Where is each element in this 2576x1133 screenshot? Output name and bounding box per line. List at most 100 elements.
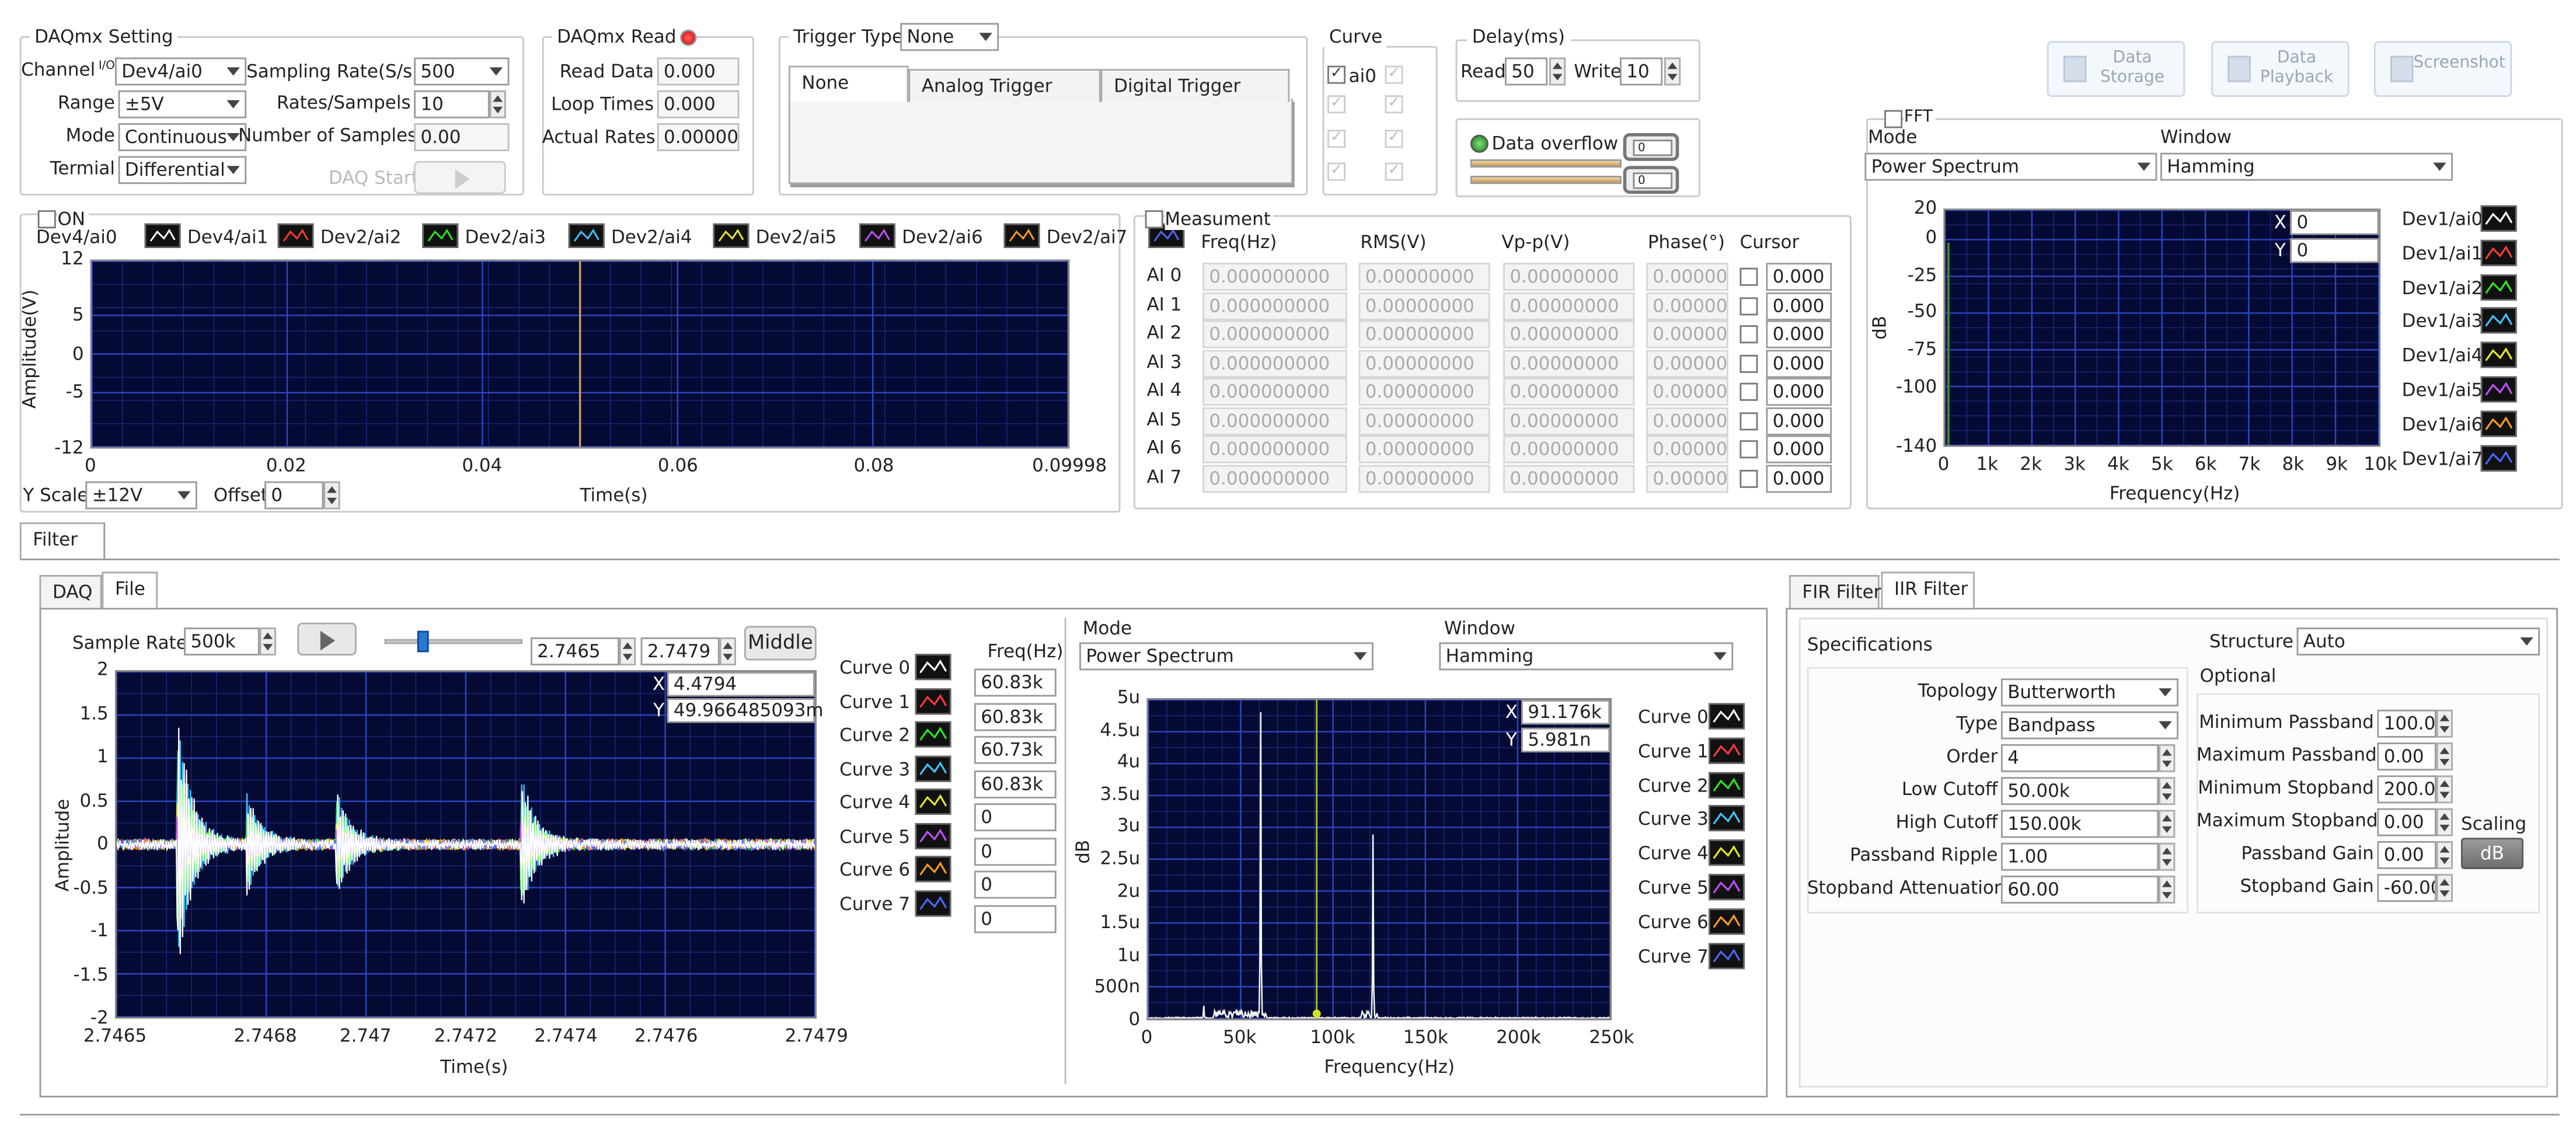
main-time-plot[interactable] [90,259,1070,449]
middle-button[interactable]: Middle [744,626,817,661]
fft-legend-swatch-7[interactable] [2480,444,2517,471]
main-legend-swatch-3[interactable] [568,223,605,248]
meas-cursor-checkbox-5[interactable] [1740,412,1758,430]
iir-left-stepper-3[interactable] [2159,777,2176,806]
iir-left-field-5[interactable]: 1.00 [2000,842,2159,871]
tab-fir-filter[interactable]: FIR Filter [1789,575,1881,608]
iir-left-field-6[interactable]: 60.00 [2000,876,2159,904]
spec-curve-swatch-3[interactable] [1708,806,1745,832]
fft-legend-swatch-0[interactable] [2480,205,2517,232]
meas-cursor-checkbox-2[interactable] [1740,325,1758,344]
daq-start-button[interactable] [414,161,506,194]
trigger-tab-none[interactable]: None [788,65,909,102]
fft-legend-swatch-4[interactable] [2480,341,2517,368]
curve-checkbox-4[interactable]: ✓ [1327,130,1345,148]
iir-right-stepper-0[interactable] [2436,709,2453,738]
curve-checkbox-1[interactable]: ✓ [1385,65,1403,84]
main-on-checkbox[interactable] [37,210,56,229]
trigger-type-select[interactable]: None [900,23,999,51]
yscale-select[interactable]: ±12V [85,481,197,510]
fft-legend-swatch-5[interactable] [2480,376,2517,403]
data-playback-button[interactable]: Data Playback [2211,41,2350,97]
fft-legend-swatch-1[interactable] [2480,239,2517,266]
terminal-select[interactable]: Differential [118,156,247,184]
delay-write-field[interactable]: 10 [1619,57,1663,86]
spec-mode-select[interactable]: Power Spectrum [1079,642,1374,671]
iir-right-stepper-4[interactable] [2436,841,2453,869]
delay-write-stepper[interactable] [1664,57,1681,86]
iir-right-stepper-2[interactable] [2436,775,2453,804]
iir-left-stepper-6[interactable] [2159,876,2176,904]
iir-left-select-1[interactable]: Bandpass [2000,711,2178,740]
iir-left-select-0[interactable]: Butterworth [2000,678,2178,707]
file-curve-swatch-0[interactable] [915,654,951,681]
iir-right-field-5[interactable]: -60.00 [2377,874,2436,902]
iir-right-field-3[interactable]: 0.00 [2377,808,2436,836]
meas-cursor-checkbox-0[interactable] [1740,267,1758,286]
iir-right-stepper-3[interactable] [2436,808,2453,836]
iir-right-stepper-1[interactable] [2436,742,2453,771]
fft-window-select[interactable]: Hamming [2160,152,2453,181]
sampling-rate-select[interactable]: 500 [414,57,510,86]
iir-left-field-3[interactable]: 50.00k [2000,777,2159,806]
fft-mode-select[interactable]: Power Spectrum [1864,152,2157,181]
mode-select[interactable]: Continuous [118,123,247,151]
tab-daq[interactable]: DAQ [39,575,102,608]
meas-cursor-4[interactable]: 0.000 [1766,378,1832,406]
curve-checkbox-6[interactable]: ✓ [1327,162,1345,181]
iir-left-stepper-4[interactable] [2159,810,2176,838]
meas-cursor-0[interactable]: 0.000 [1766,263,1832,291]
range-start-stepper[interactable] [619,637,636,665]
main-legend-swatch-1[interactable] [277,223,314,248]
delay-read-field[interactable]: 50 [1504,57,1548,86]
meas-cursor-checkbox-4[interactable] [1740,382,1758,401]
iir-left-field-4[interactable]: 150.00k [2000,810,2159,838]
delay-read-stepper[interactable] [1549,57,1566,86]
curve-checkbox-5[interactable]: ✓ [1385,130,1403,148]
file-play-button[interactable] [297,622,357,656]
spec-curve-swatch-1[interactable] [1708,737,1745,764]
file-curve-swatch-3[interactable] [915,755,951,782]
tab-file[interactable]: File [102,571,158,608]
meas-cursor-checkbox-6[interactable] [1740,440,1758,459]
file-curve-swatch-1[interactable] [915,687,951,714]
filter-outer-tab[interactable]: Filter [19,522,106,559]
range-start-field[interactable]: 2.7465 [531,637,620,665]
spec-curve-swatch-5[interactable] [1708,874,1745,901]
range-select[interactable]: ±5V [118,90,247,118]
spec-curve-swatch-2[interactable] [1708,771,1745,798]
structure-select[interactable]: Auto [2296,627,2540,656]
iir-left-stepper-2[interactable] [2159,744,2176,772]
rates-samples-stepper[interactable] [489,90,506,118]
sample-rates-stepper[interactable] [259,627,276,656]
curve-checkbox-3[interactable]: ✓ [1385,95,1403,114]
tab-iir-filter[interactable]: IIR Filter [1881,571,1975,608]
file-slider[interactable] [384,630,522,657]
file-curve-swatch-7[interactable] [915,889,951,916]
iir-right-field-2[interactable]: 200.00 [2377,775,2436,804]
curve-checkbox-7[interactable]: ✓ [1385,162,1403,181]
meas-cursor-1[interactable]: 0.000 [1766,291,1832,320]
meas-cursor-2[interactable]: 0.000 [1766,320,1832,348]
spec-curve-swatch-4[interactable] [1708,839,1745,866]
spec-curve-swatch-7[interactable] [1708,942,1745,969]
file-slider-thumb[interactable] [416,630,428,653]
meas-cursor-6[interactable]: 0.000 [1766,435,1832,463]
scaling-button[interactable]: dB [2460,838,2523,869]
offset-stepper[interactable] [323,481,340,510]
fft-legend-swatch-2[interactable] [2480,273,2517,300]
spec-curve-swatch-0[interactable] [1708,703,1745,730]
file-curve-swatch-2[interactable] [915,721,951,748]
iir-right-field-1[interactable]: 0.00 [2377,742,2436,771]
rates-samples-field[interactable]: 10 [414,90,490,118]
iir-right-stepper-5[interactable] [2436,874,2453,902]
meas-cursor-3[interactable]: 0.000 [1766,349,1832,377]
fft-checkbox[interactable] [1884,110,1903,128]
offset-field[interactable]: 0 [264,481,324,510]
main-legend-swatch-4[interactable] [713,223,750,248]
curve-checkbox-2[interactable]: ✓ [1327,95,1345,114]
sample-rates-field[interactable]: 500k [184,627,260,656]
meas-cursor-checkbox-1[interactable] [1740,296,1758,315]
spec-window-select[interactable]: Hamming [1439,642,1734,671]
channel-select[interactable]: Dev4/ai0 [115,57,247,86]
